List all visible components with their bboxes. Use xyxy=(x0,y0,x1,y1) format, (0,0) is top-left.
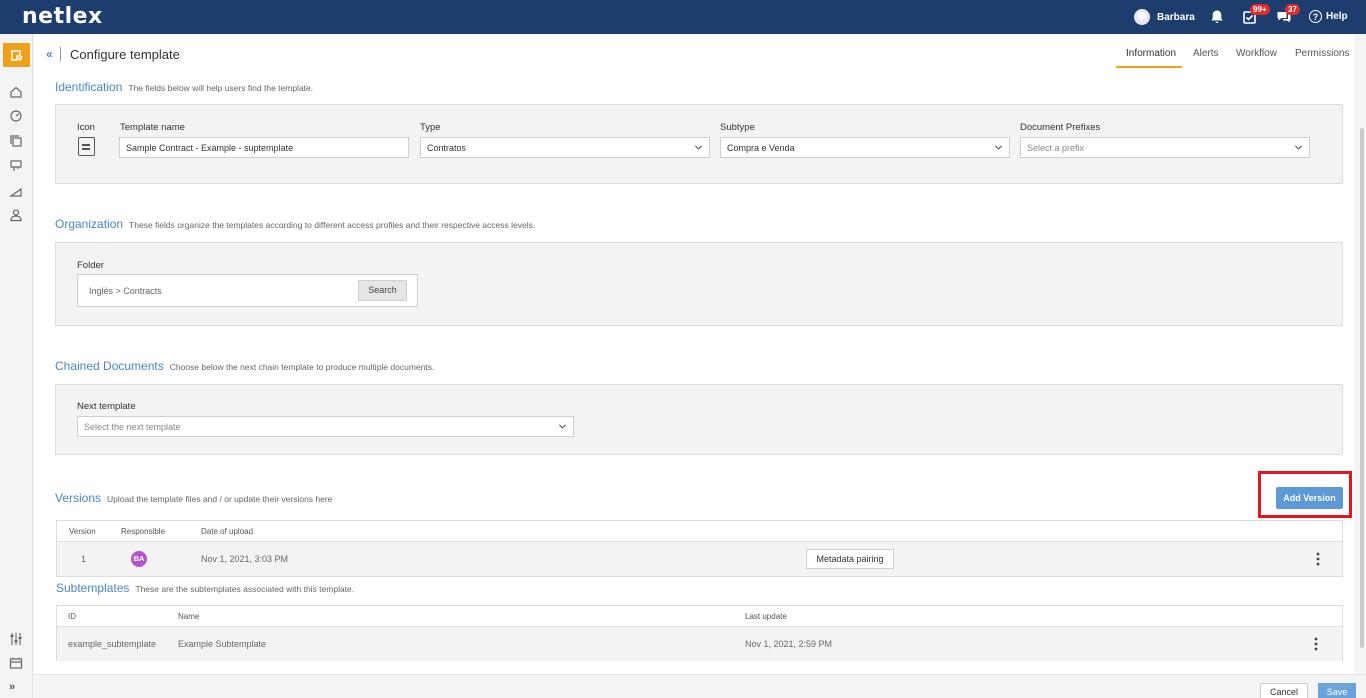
messages-icon[interactable]: 37 xyxy=(1276,4,1300,25)
users-icon[interactable] xyxy=(9,208,23,222)
user-menu[interactable]: Barbara xyxy=(1134,9,1195,25)
next-template-label: Next template xyxy=(77,401,136,412)
left-sidebar: » xyxy=(0,34,33,698)
folder-label: Folder xyxy=(77,260,104,271)
subtemplates-table-header: ID Name Last update xyxy=(57,606,1342,627)
netlex-logo[interactable]: netlex xyxy=(22,4,103,29)
document-prefix-placeholder: Select a prefix xyxy=(1027,143,1085,153)
versions-table-header: Version Responsible Date of upload xyxy=(57,521,1342,542)
identification-title: Identification xyxy=(55,80,123,94)
home-icon[interactable] xyxy=(9,85,23,99)
subtype-label: Subtype xyxy=(720,122,755,133)
tasks-icon[interactable]: 99+ xyxy=(1242,4,1270,25)
column-name: Name xyxy=(178,612,200,621)
highlight-box xyxy=(1258,471,1352,518)
page-title: Configure template xyxy=(70,47,180,62)
settings-sliders-icon[interactable] xyxy=(9,632,23,646)
subtemplates-title: Subtemplates xyxy=(56,581,130,595)
template-name-input[interactable]: Sample Contract - Example - suptemplate xyxy=(119,137,409,158)
documents-icon[interactable] xyxy=(9,134,23,148)
metadata-pairing-button[interactable]: Metadata pairing xyxy=(806,549,894,569)
top-bar: netlex Barbara 99+ 37 ? Help xyxy=(0,0,1366,34)
chevron-down-icon xyxy=(694,145,703,150)
type-select[interactable]: Contratos xyxy=(420,137,710,158)
subtemplates-section-title: Subtemplates These are the subtemplates a… xyxy=(56,581,354,595)
responsible-avatar[interactable]: BA xyxy=(131,551,147,567)
identification-section-title: Identification The fields below will help… xyxy=(55,80,313,94)
subtemplate-id: example_subtemplate xyxy=(68,639,157,649)
chevron-down-icon xyxy=(558,424,567,429)
templates-nav-icon[interactable] xyxy=(3,43,30,67)
tab-permissions[interactable]: Permissions xyxy=(1295,48,1349,59)
subtemplate-last-update: Nov 1, 2021, 2:59 PM xyxy=(745,639,833,649)
tab-workflow[interactable]: Workflow xyxy=(1236,48,1277,59)
next-template-select[interactable]: Select the next template xyxy=(77,416,574,437)
footer-bar xyxy=(34,674,1366,698)
type-label: Type xyxy=(420,122,441,133)
column-last-update: Last update xyxy=(745,612,787,621)
icon-label: Icon xyxy=(77,122,95,133)
dashboard-icon[interactable] xyxy=(9,109,23,123)
save-button[interactable]: Save xyxy=(1318,683,1356,698)
help-button[interactable]: ? Help xyxy=(1309,10,1348,23)
column-date-of-upload: Date of upload xyxy=(201,527,254,536)
user-avatar-icon xyxy=(1134,9,1150,25)
next-template-placeholder: Select the next template xyxy=(84,422,181,432)
reports-icon[interactable] xyxy=(9,184,23,198)
scrollbar[interactable] xyxy=(1360,128,1364,648)
versions-table: Version Responsible Date of upload 1 BA … xyxy=(56,520,1343,577)
library-icon[interactable] xyxy=(9,159,23,173)
document-prefixes-label: Document Prefixes xyxy=(1020,122,1101,133)
chained-description: Choose below the next chain template to … xyxy=(169,362,435,372)
more-options-icon[interactable] xyxy=(1316,552,1320,566)
type-select-value: Contratos xyxy=(427,143,467,153)
chevron-down-icon xyxy=(1294,145,1303,150)
organization-section-title: Organization These fields organize the te… xyxy=(55,217,535,231)
calendar-icon[interactable] xyxy=(9,656,23,670)
version-number: 1 xyxy=(81,554,87,564)
more-options-icon[interactable] xyxy=(1314,637,1318,651)
identification-description: The fields below will help users find th… xyxy=(128,83,314,93)
chained-title: Chained Documents xyxy=(55,359,164,373)
active-tab-indicator xyxy=(1116,66,1182,68)
upload-date: Nov 1, 2021, 3:03 PM xyxy=(201,554,289,564)
user-name: Barbara xyxy=(1157,11,1195,23)
versions-section-title: Versions Upload the template files and / … xyxy=(55,491,332,505)
template-document-icon[interactable] xyxy=(78,137,95,156)
tab-information[interactable]: Information xyxy=(1126,48,1176,59)
column-version: Version xyxy=(69,527,96,536)
help-label: Help xyxy=(1326,11,1348,22)
organization-title: Organization xyxy=(55,217,124,231)
messages-badge: 37 xyxy=(1285,4,1300,15)
organization-description: These fields organize the templates acco… xyxy=(129,220,536,230)
column-id: ID xyxy=(68,612,76,621)
cancel-button[interactable]: Cancel xyxy=(1260,683,1308,698)
help-circle-icon: ? xyxy=(1309,10,1322,23)
template-name-label: Template name xyxy=(120,122,185,133)
tab-alerts[interactable]: Alerts xyxy=(1193,48,1219,59)
table-row: 1 BA Nov 1, 2021, 3:03 PM Metadata pairi… xyxy=(57,542,1342,576)
document-prefix-select[interactable]: Select a prefix xyxy=(1020,137,1310,158)
tasks-badge: 99+ xyxy=(1250,4,1270,15)
expand-sidebar-icon[interactable]: » xyxy=(9,681,23,695)
versions-title: Versions xyxy=(55,491,102,505)
folder-search-button[interactable]: Search xyxy=(358,280,407,301)
folder-field: Inglés > Contracts Search xyxy=(77,274,418,307)
chained-documents-section-title: Chained Documents Choose below the next c… xyxy=(55,359,434,373)
subtemplates-table: ID Name Last update example_subtemplate … xyxy=(56,605,1343,661)
subtemplates-description: These are the subtemplates associated wi… xyxy=(135,584,355,594)
chevron-down-icon xyxy=(994,145,1003,150)
table-row: example_subtemplate Example Subtemplate … xyxy=(57,627,1342,661)
column-responsible: Responsible xyxy=(121,527,166,536)
subtype-select[interactable]: Compra e Venda xyxy=(720,137,1010,158)
collapse-panel-button[interactable]: « xyxy=(46,47,53,61)
subtype-select-value: Compra e Venda xyxy=(727,143,795,153)
notifications-bell-icon[interactable] xyxy=(1209,9,1225,25)
title-divider xyxy=(60,47,61,61)
subtemplate-name[interactable]: Example Subtemplate xyxy=(178,639,266,649)
folder-breadcrumb: Inglés > Contracts xyxy=(89,286,162,296)
versions-description: Upload the template files and / or updat… xyxy=(107,494,333,504)
